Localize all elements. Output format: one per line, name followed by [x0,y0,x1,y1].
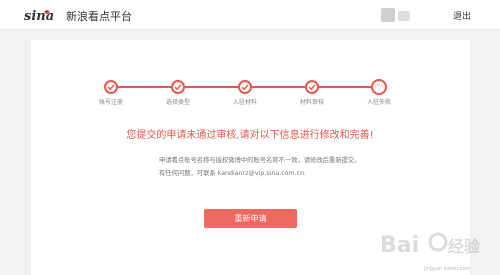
result-detail-2: 有任何问题，可联系 kandianrz@vip.sina.com.cn. [159,170,307,177]
step-4-check-icon [305,80,319,94]
step-label-1: 账号注册 [98,99,124,106]
svg-text:经验: 经验 [448,237,481,256]
step-3-check-icon [238,80,252,94]
watermark-url: jingyan.baidu.com [424,266,471,272]
step-label-3: 入驻材料 [232,99,258,106]
step-2-check-icon [171,80,185,94]
step-1-check-icon [104,80,118,94]
svg-text:sina: sina [24,9,54,23]
result-title: 您提交的申请未通过审核,请对以下信息进行修改和完善! [126,130,374,141]
step-label-2: 选择类型 [165,99,191,106]
svg-text:Bai: Bai [380,233,419,258]
step-5-more-icon: ··· [371,79,387,95]
user-avatar[interactable] [381,8,395,22]
top-navbar: sina 新浪看点平台 退出 [0,0,500,30]
platform-name: 新浪看点平台 [66,10,132,23]
step-label-4: 材料审核 [299,99,325,106]
result-detail-1: 申请看点账号名称与授权微博中的账号名称不一致，请修改后重新提交。 [159,157,361,164]
step-label-5: 入驻失败 [366,99,392,106]
logout-link[interactable]: 退出 [453,9,471,22]
user-name-blurred[interactable] [398,11,410,21]
baidu-jingyan-watermark: Bai 经验 [380,232,481,258]
sina-logo[interactable]: sina [24,7,64,23]
reapply-button[interactable]: 重新申请 [204,209,297,228]
